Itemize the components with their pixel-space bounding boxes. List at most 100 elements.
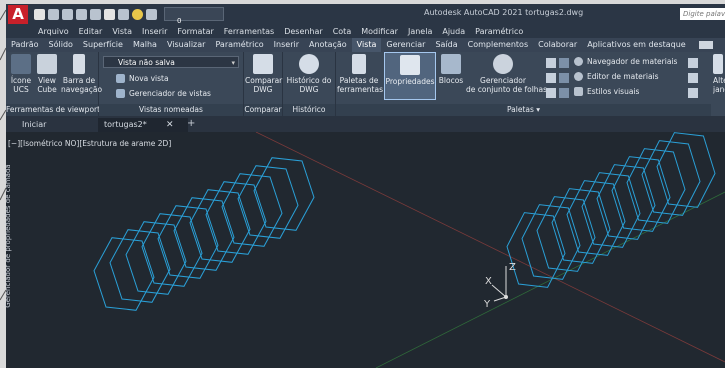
tab-visualizar[interactable]: Visualizar [162, 38, 211, 52]
visual-styles-button[interactable]: Estilos visuais [574, 87, 639, 96]
menu-inserir[interactable]: Inserir [142, 27, 167, 36]
view-manager-button[interactable]: Gerenciador de vistas [116, 89, 211, 98]
blocks-button[interactable]: Blocos [437, 54, 465, 85]
new-tab-plus-icon[interactable]: + [187, 116, 195, 132]
properties-button[interactable]: Propriedades [384, 52, 436, 100]
properties-label: Propriedades [385, 77, 435, 86]
undo-icon[interactable] [104, 8, 115, 20]
menu-ferramentas[interactable]: Ferramentas [224, 27, 274, 36]
tab-inserir[interactable]: Inserir [269, 38, 304, 52]
sun-properties-icon[interactable] [688, 88, 698, 98]
menu-desenhar[interactable]: Desenhar [284, 27, 323, 36]
materials-browser-button[interactable]: Navegador de materiais [574, 57, 677, 66]
layer-palette-icon[interactable] [559, 73, 569, 83]
viewcube-button[interactable]: View Cube [36, 54, 58, 94]
menu-vista[interactable]: Vista [112, 27, 132, 36]
open-file-icon[interactable] [48, 8, 59, 20]
markup-set-icon[interactable] [546, 73, 556, 83]
lights-icon[interactable] [688, 58, 698, 68]
turtle-shell-wireframe-right[interactable] [506, 132, 716, 288]
quickcalc-icon[interactable] [546, 88, 556, 98]
view-select[interactable]: Vista não salva ▾ [103, 56, 239, 68]
panel-viewport-tools: Ícone UCS View Cube Barra de navegação F… [6, 52, 106, 116]
doc-tab-start[interactable]: Iniciar [16, 118, 92, 132]
history-label-1: Histórico do [286, 76, 332, 85]
new-view-button[interactable]: Nova vista [116, 74, 169, 83]
turtle-shell-wireframe-left[interactable] [93, 157, 315, 311]
redo-icon[interactable] [118, 8, 129, 20]
history-label-2: DWG [299, 85, 319, 94]
tab-aplicativos[interactable]: Aplicativos em destaque [582, 38, 691, 52]
calculator-icon[interactable] [546, 58, 556, 68]
panel-palettes: Paletas de ferramentas Propriedades Bloc… [336, 52, 711, 116]
view-manager-label: Gerenciador de vistas [129, 89, 211, 98]
autocad-logo-button[interactable]: A [8, 5, 28, 24]
lightbulb-icon[interactable] [132, 8, 143, 20]
tab-anotacao[interactable]: Anotação [304, 38, 352, 52]
document-tab-bar: Iniciar tortugas2* ✕ + [6, 116, 725, 132]
menu-formatar[interactable]: Formatar [177, 27, 213, 36]
design-center-icon[interactable] [559, 58, 569, 68]
new-file-icon[interactable] [34, 8, 45, 20]
dwg-history-button[interactable]: Histórico do DWG [285, 54, 333, 94]
search-input[interactable]: Digite palavra- [680, 8, 725, 20]
tab-gerenciar[interactable]: Gerenciar [381, 38, 430, 52]
visual-styles-icon [574, 87, 583, 96]
tab-complementos[interactable]: Complementos [463, 38, 533, 52]
menu-ajuda[interactable]: Ajuda [442, 27, 465, 36]
ribbon-options-icon[interactable] [698, 41, 713, 49]
ucs-icon-button[interactable]: Ícone UCS [9, 54, 33, 94]
save-as-icon[interactable] [76, 8, 87, 20]
compare-dwg-button[interactable]: Comparar DWG [245, 54, 282, 94]
viewport-controls-label[interactable]: [−][Isométrico NO][Estrutura de arame 2D… [8, 139, 171, 148]
axis-y-label: Y [483, 299, 491, 310]
autocad-window: A 0 Autodesk AutoCAD 2021 tortugas2.dwg … [6, 4, 725, 368]
navbar-button[interactable]: Barra de navegação [61, 54, 102, 94]
layer-properties-side-palette[interactable]: Gerenciador de propriedades de camada [0, 132, 12, 368]
render-icon[interactable] [688, 73, 698, 83]
doc-tab-drawing[interactable]: tortugas2* [98, 118, 188, 132]
panel-title-palettes[interactable]: Paletas ▾ [336, 104, 711, 116]
tab-superficie[interactable]: Superfície [78, 38, 128, 52]
tab-solido[interactable]: Sólido [44, 38, 78, 52]
materials-editor-label: Editor de materiais [587, 72, 659, 81]
title-bar: A 0 Autodesk AutoCAD 2021 tortugas2.dwg … [6, 4, 725, 25]
switch-windows-button[interactable]: Alter jane [713, 54, 725, 94]
command-line-icon[interactable] [559, 88, 569, 98]
doc-tab-start-label: Iniciar [22, 120, 47, 129]
tool-palettes-label-2: ferramentas [337, 85, 384, 94]
menu-editar[interactable]: Editar [79, 27, 103, 36]
model-space-canvas[interactable]: Z X Y [6, 132, 725, 368]
menu-arquivo[interactable]: Arquivo [38, 27, 69, 36]
menu-janela[interactable]: Janela [408, 27, 432, 36]
menu-modificar[interactable]: Modificar [361, 27, 398, 36]
layer-dropdown[interactable]: 0 [164, 7, 224, 25]
view-manager-icon [116, 89, 125, 98]
panel-named-views: Vista não salva ▾ Nova vista Gerenciador… [99, 52, 244, 116]
tab-malha[interactable]: Malha [128, 38, 162, 52]
sheet-set-manager-button[interactable]: Gerenciador de conjunto de folhas [466, 54, 547, 94]
sheet-set-icon [493, 54, 513, 74]
tool-palettes-button[interactable]: Paletas de ferramentas [337, 54, 384, 94]
tab-vista[interactable]: Vista [351, 38, 382, 52]
close-icon[interactable]: ✕ [166, 118, 174, 132]
new-view-icon [116, 74, 125, 83]
menu-cota[interactable]: Cota [333, 27, 352, 36]
materials-browser-icon [574, 57, 583, 66]
layer-icon[interactable] [146, 8, 157, 20]
materials-editor-button[interactable]: Editor de materiais [574, 72, 659, 81]
save-icon[interactable] [62, 8, 73, 20]
plot-icon[interactable] [90, 8, 101, 20]
tab-colaborar[interactable]: Colaborar [533, 38, 582, 52]
properties-icon [400, 55, 420, 75]
tool-palettes-icon [352, 54, 366, 74]
drawing-viewport[interactable]: Z X Y [−][Isométrico NO][Estrutura de ar… [6, 132, 725, 368]
tab-parametrico[interactable]: Paramétrico [210, 38, 268, 52]
tab-padrao[interactable]: Padrão [6, 38, 44, 52]
alt-label-2: jane [713, 85, 725, 94]
tab-saida[interactable]: Saída [430, 38, 462, 52]
doc-tab-drawing-label: tortugas2* [104, 120, 147, 129]
menu-parametrico[interactable]: Paramétrico [475, 27, 523, 36]
ucs-icon-label-1: Ícone [10, 76, 32, 85]
panel-title-viewport-tools[interactable]: Ferramentas de viewport ▾ [6, 104, 106, 116]
